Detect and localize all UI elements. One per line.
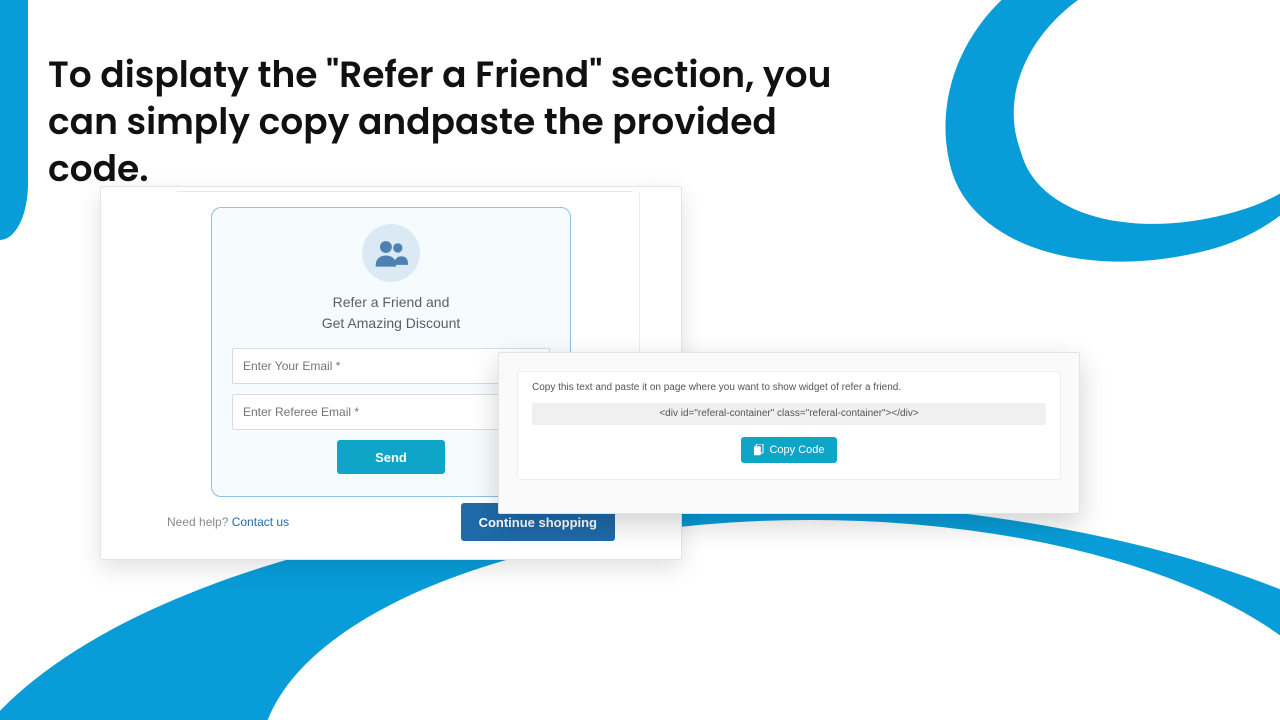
page-heading: To displaty the "Refer a Friend" section… [48, 52, 868, 192]
copy-icon [753, 444, 764, 456]
copy-code-button[interactable]: Copy Code [741, 437, 836, 463]
help-text: Need help? Contact us [167, 515, 289, 529]
panel-top-strip [177, 191, 633, 199]
send-button[interactable]: Send [337, 440, 445, 474]
code-panel: Copy this text and paste it on page wher… [498, 352, 1080, 514]
code-card: Copy this text and paste it on page wher… [517, 371, 1061, 480]
help-prefix: Need help? [167, 515, 232, 529]
copy-code-label: Copy Code [769, 444, 824, 456]
refer-title-line2: Get Amazing Discount [322, 315, 461, 331]
contact-us-link[interactable]: Contact us [232, 515, 289, 529]
people-icon [362, 224, 420, 282]
code-instruction: Copy this text and paste it on page wher… [532, 382, 1046, 393]
refer-title-line1: Refer a Friend and [333, 294, 450, 310]
decorative-left-bar [0, 0, 28, 240]
refer-title: Refer a Friend and Get Amazing Discount [232, 292, 550, 334]
code-snippet[interactable]: <div id="referal-container" class="refer… [532, 403, 1046, 425]
